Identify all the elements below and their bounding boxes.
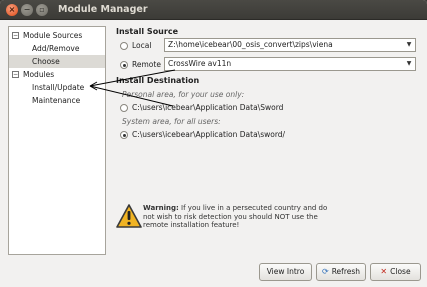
refresh-label: Refresh <box>331 267 361 276</box>
remote-radio[interactable] <box>120 61 128 69</box>
tree-item-label: Add/Remove <box>32 44 80 53</box>
window-close-icon[interactable]: × <box>6 4 18 16</box>
warning-message: Warning: If you live in a persecuted cou… <box>143 204 328 230</box>
tree-item-maintenance[interactable]: Maintenance <box>9 94 105 107</box>
warning-bold-label: Warning: <box>143 204 179 212</box>
view-intro-label: View Intro <box>266 267 305 276</box>
local-path-combo[interactable]: Z:\home\icebear\00_osis_convert\zips\vie… <box>164 38 416 52</box>
system-area-radio[interactable] <box>120 131 128 139</box>
personal-area-caption: Personal area, for your use only: <box>122 90 245 99</box>
tree-group-label: Modules <box>23 70 55 79</box>
remote-source-value: CrossWire av11n <box>168 59 232 68</box>
install-destination-heading: Install Destination <box>116 76 200 85</box>
tree-item-choose[interactable]: Choose <box>9 55 105 68</box>
tree-group-module-sources[interactable]: − Module Sources <box>12 29 104 42</box>
local-label: Local <box>132 41 152 50</box>
remote-source-combo[interactable]: CrossWire av11n ▼ <box>164 57 416 71</box>
tree-group-modules[interactable]: − Modules <box>12 68 104 81</box>
tree-item-install-update[interactable]: Install/Update <box>9 81 105 94</box>
system-area-caption: System area, for all users: <box>122 117 221 126</box>
dropdown-arrow-icon[interactable]: ▼ <box>404 40 414 50</box>
warning-triangle-icon <box>116 204 142 228</box>
personal-area-path: C:\users\icebear\Application Data\Sword <box>132 103 284 112</box>
view-intro-button[interactable]: View Intro <box>259 263 312 281</box>
window-title: Module Manager <box>58 4 148 15</box>
close-button[interactable]: ✕ Close <box>370 263 421 281</box>
remote-label: Remote <box>132 60 161 69</box>
tree-item-add-remove[interactable]: Add/Remove <box>9 42 105 55</box>
window-maximize-icon[interactable]: ▫ <box>36 4 48 16</box>
install-source-heading: Install Source <box>116 27 178 36</box>
refresh-button[interactable]: ⟳ Refresh <box>316 263 366 281</box>
dropdown-arrow-icon[interactable]: ▼ <box>404 59 414 69</box>
window-minimize-icon[interactable]: − <box>21 4 33 16</box>
module-manager-window: × − ▫ Module Manager − Module Sources Ad… <box>0 0 427 287</box>
tree-group-label: Module Sources <box>23 31 83 40</box>
tree-item-label: Install/Update <box>32 83 85 92</box>
close-label: Close <box>390 267 411 276</box>
local-radio[interactable] <box>120 42 128 50</box>
local-path-value: Z:\home\icebear\00_osis_convert\zips\vie… <box>168 40 333 49</box>
close-x-icon: ✕ <box>380 267 388 276</box>
tree-item-label: Maintenance <box>32 96 81 105</box>
personal-area-radio[interactable] <box>120 104 128 112</box>
navigation-tree: − Module Sources Add/Remove Choose − Mod… <box>8 26 106 255</box>
title-bar[interactable]: × − ▫ Module Manager <box>0 0 427 20</box>
tree-item-label: Choose <box>32 57 60 66</box>
collapse-icon[interactable]: − <box>12 71 19 78</box>
system-area-path: C:\users\icebear\Application Data\sword/ <box>132 130 286 139</box>
collapse-icon[interactable]: − <box>12 32 19 39</box>
refresh-icon: ⟳ <box>321 267 329 276</box>
